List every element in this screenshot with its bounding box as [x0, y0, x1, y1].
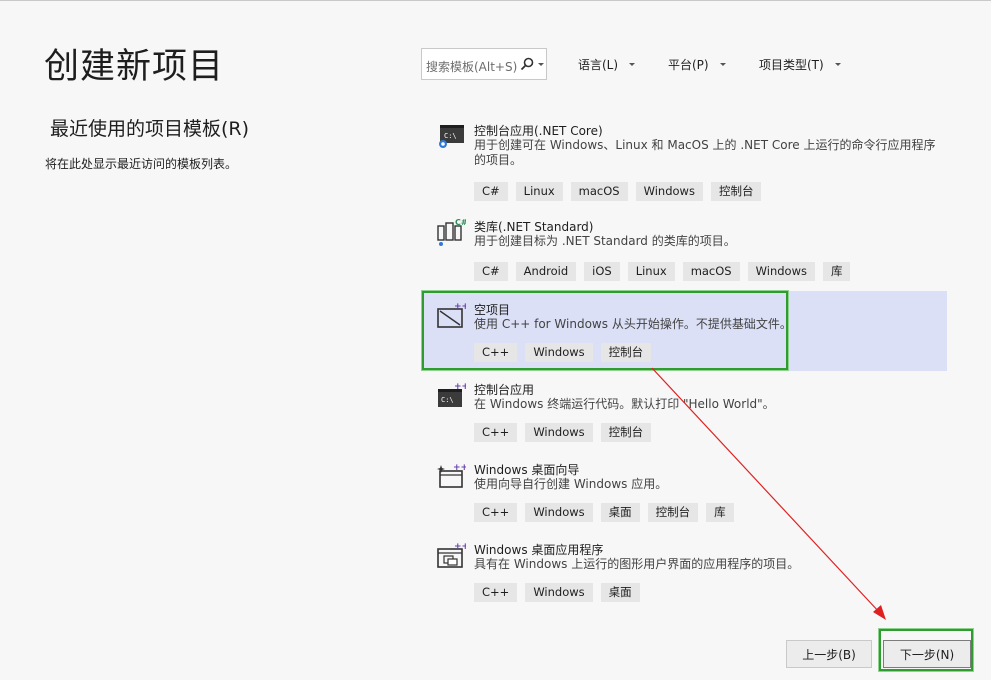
template-item-console-dotnet-core[interactable]: C:\ 控制台应用(.NET Core) 用于创建可在 Windows、Linu…: [422, 112, 947, 208]
filter-language-label: 语言(L): [578, 58, 619, 72]
tag: 控制台: [600, 343, 652, 362]
svg-text:++: ++: [453, 463, 466, 473]
tag: Windows: [525, 503, 593, 522]
search-icon[interactable]: [520, 57, 534, 71]
template-description: 用于创建可在 Windows、Linux 和 MacOS 上的 .NET Cor…: [474, 138, 936, 167]
desktop-app-icon: ++: [437, 542, 466, 568]
tag: Linux: [627, 262, 675, 281]
tag: C++: [474, 343, 518, 362]
template-item-desktop-wizard[interactable]: ++ Windows 桌面向导 使用向导自行创建 Windows 应用。 C++…: [422, 451, 947, 531]
template-name: Windows 桌面应用程序: [474, 543, 604, 557]
svg-text:++: ++: [454, 382, 466, 392]
template-name: Windows 桌面向导: [474, 463, 580, 477]
console-cpp-icon: C:\ ++: [438, 382, 466, 407]
tag: 库: [706, 503, 734, 522]
svg-text:++: ++: [454, 302, 466, 312]
template-name: 控制台应用: [474, 383, 535, 397]
template-item-desktop-app[interactable]: ++ Windows 桌面应用程序 具有在 Windows 上运行的图形用户界面…: [422, 531, 947, 611]
svg-text:++: ++: [454, 542, 466, 552]
tag: Windows: [747, 262, 815, 281]
empty-project-icon: ++: [437, 302, 466, 328]
tag: macOS: [570, 182, 628, 201]
filter-platform-dropdown[interactable]: 平台(P): [668, 56, 727, 73]
chevron-down-icon: [834, 62, 841, 66]
tag: 控制台: [600, 423, 652, 442]
filter-platform-label: 平台(P): [668, 58, 709, 72]
template-description: 使用 C++ for Windows 从头开始操作。不提供基础文件。: [474, 317, 792, 331]
chevron-down-icon: [719, 62, 726, 66]
next-button[interactable]: 下一步(N): [883, 640, 971, 668]
tag: macOS: [682, 262, 740, 281]
tag: Windows: [635, 182, 703, 201]
template-description: 具有在 Windows 上运行的图形用户界面的应用程序的项目。: [474, 557, 800, 571]
tag: C#: [474, 182, 508, 201]
tag: Windows: [525, 423, 593, 442]
template-item-console-cpp[interactable]: C:\ ++ 控制台应用 在 Windows 终端运行代码。默认打印 "Hell…: [422, 371, 947, 451]
template-item-empty-project[interactable]: ++ 空项目 使用 C++ for Windows 从头开始操作。不提供基础文件…: [422, 291, 947, 371]
page-title: 创建新项目: [44, 47, 225, 87]
template-item-class-library[interactable]: C# 类库(.NET Standard) 用于创建目标为 .NET Standa…: [422, 208, 947, 290]
tag: 控制台: [647, 503, 699, 522]
tag: Android: [515, 262, 577, 281]
tag: 桌面: [600, 583, 640, 602]
template-search-box[interactable]: 搜索模板(Alt+S): [421, 48, 547, 80]
tag: C++: [474, 583, 518, 602]
chevron-down-icon: [629, 62, 636, 66]
search-placeholder: 搜索模板(Alt+S): [426, 60, 518, 74]
template-tags: C++ Windows 控制台: [474, 423, 652, 442]
filter-project-type-label: 项目类型(T): [759, 58, 824, 72]
class-library-icon: C#: [437, 218, 466, 246]
tag: C#: [474, 262, 508, 281]
template-tags: C++ Windows 桌面 控制台 库: [474, 503, 734, 522]
console-dotnet-icon: C:\: [439, 125, 464, 148]
recent-templates-empty-text: 将在此处显示最近访问的模板列表。: [45, 157, 238, 171]
tag: 桌面: [600, 503, 640, 522]
back-button[interactable]: 上一步(B): [786, 640, 872, 668]
recent-templates-heading: 最近使用的项目模板(R): [50, 118, 250, 140]
template-tags: C++ Windows 桌面: [474, 583, 640, 602]
filter-language-dropdown[interactable]: 语言(L): [578, 56, 636, 73]
search-dropdown-caret-icon[interactable]: [537, 57, 545, 71]
svg-text:C#: C#: [455, 218, 466, 227]
template-tags: C++ Windows 控制台: [474, 343, 652, 362]
tag: C++: [474, 503, 518, 522]
template-description: 用于创建目标为 .NET Standard 的类库的项目。: [474, 234, 736, 248]
svg-text:C:\: C:\: [441, 396, 454, 404]
template-name: 类库(.NET Standard): [474, 220, 594, 234]
tag: Windows: [525, 583, 593, 602]
template-description: 在 Windows 终端运行代码。默认打印 "Hello World"。: [474, 397, 775, 411]
tag: iOS: [584, 262, 620, 281]
tag: 控制台: [710, 182, 762, 201]
filter-project-type-dropdown[interactable]: 项目类型(T): [759, 56, 842, 73]
template-name: 控制台应用(.NET Core): [474, 124, 603, 138]
tag: Linux: [515, 182, 563, 201]
template-tags: C# Android iOS Linux macOS Windows 库: [474, 262, 851, 281]
tag: 库: [822, 262, 851, 281]
svg-text:C:\: C:\: [444, 132, 457, 140]
tag: C++: [474, 423, 518, 442]
template-tags: C# Linux macOS Windows 控制台: [474, 182, 762, 201]
top-divider: [0, 0, 991, 1]
tag: Windows: [525, 343, 593, 362]
template-description: 使用向导自行创建 Windows 应用。: [474, 477, 668, 491]
template-name: 空项目: [474, 303, 511, 317]
desktop-wizard-icon: ++: [437, 463, 466, 488]
